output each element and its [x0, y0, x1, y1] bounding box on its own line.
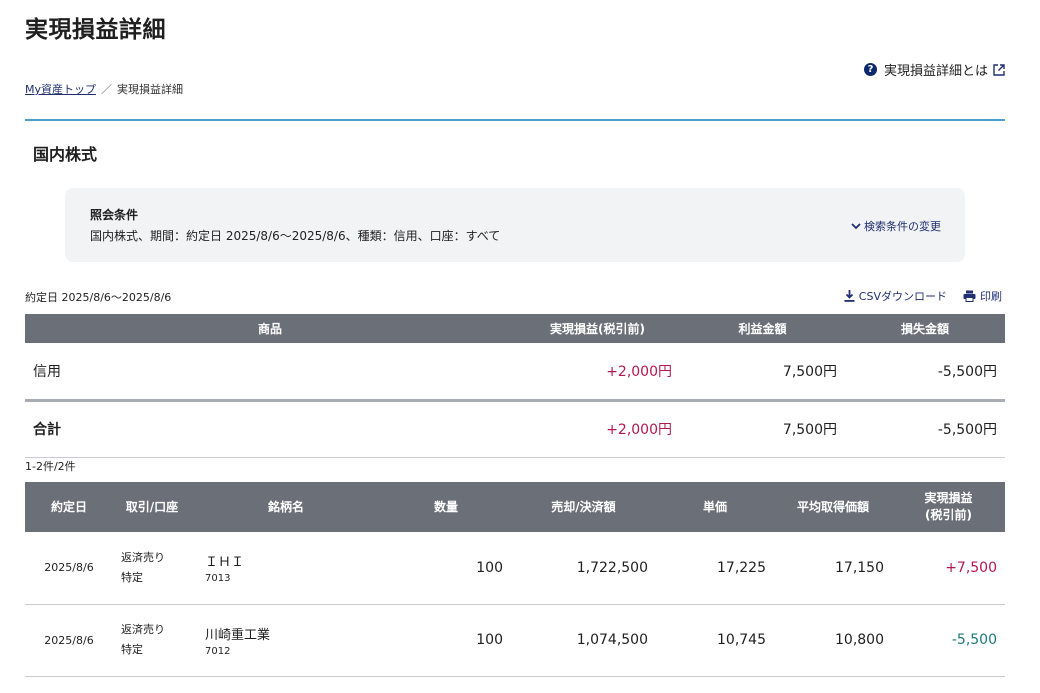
print-icon [963, 290, 976, 302]
summary-product: 信用 [25, 343, 515, 402]
download-icon [844, 290, 855, 302]
detail-header-price: 単価 [656, 482, 774, 532]
help-question-icon: ? [863, 63, 877, 76]
summary-header-profit: 利益金額 [680, 314, 845, 343]
print-label: 印刷 [980, 290, 1002, 303]
chevron-down-icon [851, 222, 861, 230]
section-title: 国内株式 [33, 145, 98, 164]
summary-table: 商品 実現損益(税引前) 利益金額 損失金額 信用 +2,000円 7,500円… [25, 314, 1005, 458]
breadcrumb: My資産トップ ／ 実現損益詳細 [25, 81, 183, 97]
detail-header-realized: 実現損益 (税引前) [892, 482, 1005, 532]
csv-download-label: CSVダウンロード [858, 290, 947, 303]
table-row: 2025/8/6 返済売り 特定 川崎重工業 7012 100 1,074,50… [25, 604, 1005, 677]
action-links: CSVダウンロード 印刷 [844, 288, 1002, 304]
row-realized: -5,500 [892, 604, 1005, 677]
summary-row: 信用 +2,000円 7,500円 -5,500円 [25, 343, 1005, 402]
row-trade: 返済売り 特定 [113, 532, 191, 605]
row-date: 2025/8/6 [25, 604, 113, 677]
summary-total-row: 合計 +2,000円 7,500円 -5,500円 [25, 400, 1005, 458]
detail-header-realized-line2: (税引前) [925, 508, 972, 522]
row-trade-type: 返済売り [121, 623, 165, 636]
detail-table: 約定日 取引/口座 銘柄名 数量 売却/決済額 単価 平均取得価額 実現損益 (… [25, 482, 1005, 677]
page-title: 実現損益詳細 [25, 17, 166, 43]
total-loss: -5,500円 [845, 400, 1005, 458]
change-conditions-button[interactable]: 検索条件の変更 [851, 218, 941, 234]
print-button[interactable]: 印刷 [963, 288, 1002, 304]
help-link-label: 実現損益詳細とは [883, 64, 988, 79]
row-amount: 1,074,500 [511, 604, 656, 677]
summary-header-realized: 実現損益(税引前) [515, 314, 680, 343]
detail-header-date: 約定日 [25, 482, 113, 532]
row-stock: ＩＨＩ 7013 [191, 532, 381, 605]
row-stock: 川崎重工業 7012 [191, 604, 381, 677]
detail-header-realized-line1: 実現損益 [924, 491, 973, 505]
row-qty: 100 [381, 604, 511, 677]
csv-download-button[interactable]: CSVダウンロード [844, 288, 947, 304]
summary-realized: +2,000円 [515, 343, 680, 402]
change-conditions-label: 検索条件の変更 [864, 220, 941, 233]
row-realized: +7,500 [892, 532, 1005, 605]
external-link-icon [993, 63, 1005, 76]
row-trade: 返済売り 特定 [113, 604, 191, 677]
detail-header-avg: 平均取得価額 [774, 482, 892, 532]
breadcrumb-separator: ／ [101, 83, 113, 96]
row-stock-code: 7013 [205, 573, 231, 585]
row-price: 17,225 [656, 532, 774, 605]
conditions-text: 国内株式、期間：約定日 2025/8/6〜2025/8/6、種類：信用、口座：す… [90, 229, 501, 243]
row-stock-name: 川崎重工業 [205, 627, 271, 643]
total-realized: +2,000円 [515, 400, 680, 458]
row-date: 2025/8/6 [25, 532, 113, 605]
summary-header-product: 商品 [25, 314, 515, 343]
detail-header-qty: 数量 [381, 482, 511, 532]
detail-header-trade: 取引/口座 [113, 482, 191, 532]
total-profit: 7,500円 [680, 400, 845, 458]
total-label: 合計 [25, 400, 515, 458]
search-conditions-panel: 照会条件 国内株式、期間：約定日 2025/8/6〜2025/8/6、種類：信用… [65, 188, 965, 262]
row-account-type: 特定 [121, 643, 143, 656]
row-stock-name: ＩＨＩ [205, 555, 245, 571]
row-account-type: 特定 [121, 570, 143, 584]
help-link[interactable]: ? 実現損益詳細とは [863, 60, 1005, 79]
row-price: 10,745 [656, 604, 774, 677]
conditions-label: 照会条件 [90, 208, 139, 222]
row-avg: 17,150 [774, 532, 892, 605]
row-qty: 100 [381, 532, 511, 605]
breadcrumb-current: 実現損益詳細 [117, 83, 184, 96]
summary-loss: -5,500円 [845, 343, 1005, 402]
row-stock-code: 7012 [205, 645, 231, 657]
detail-header-amount: 売却/決済額 [511, 482, 656, 532]
summary-profit: 7,500円 [680, 343, 845, 402]
detail-header-stock: 銘柄名 [191, 482, 381, 532]
summary-header-loss: 損失金額 [845, 314, 1005, 343]
row-trade-type: 返済売り [121, 550, 165, 564]
section-divider [25, 119, 1005, 121]
result-count: 1-2件/2件 [25, 460, 76, 473]
table-row: 2025/8/6 返済売り 特定 ＩＨＩ 7013 100 1,722,500 … [25, 532, 1005, 605]
row-avg: 10,800 [774, 604, 892, 677]
period-label: 約定日 2025/8/6〜2025/8/6 [25, 291, 172, 304]
row-amount: 1,722,500 [511, 532, 656, 605]
breadcrumb-home-link[interactable]: My資産トップ [25, 81, 96, 97]
